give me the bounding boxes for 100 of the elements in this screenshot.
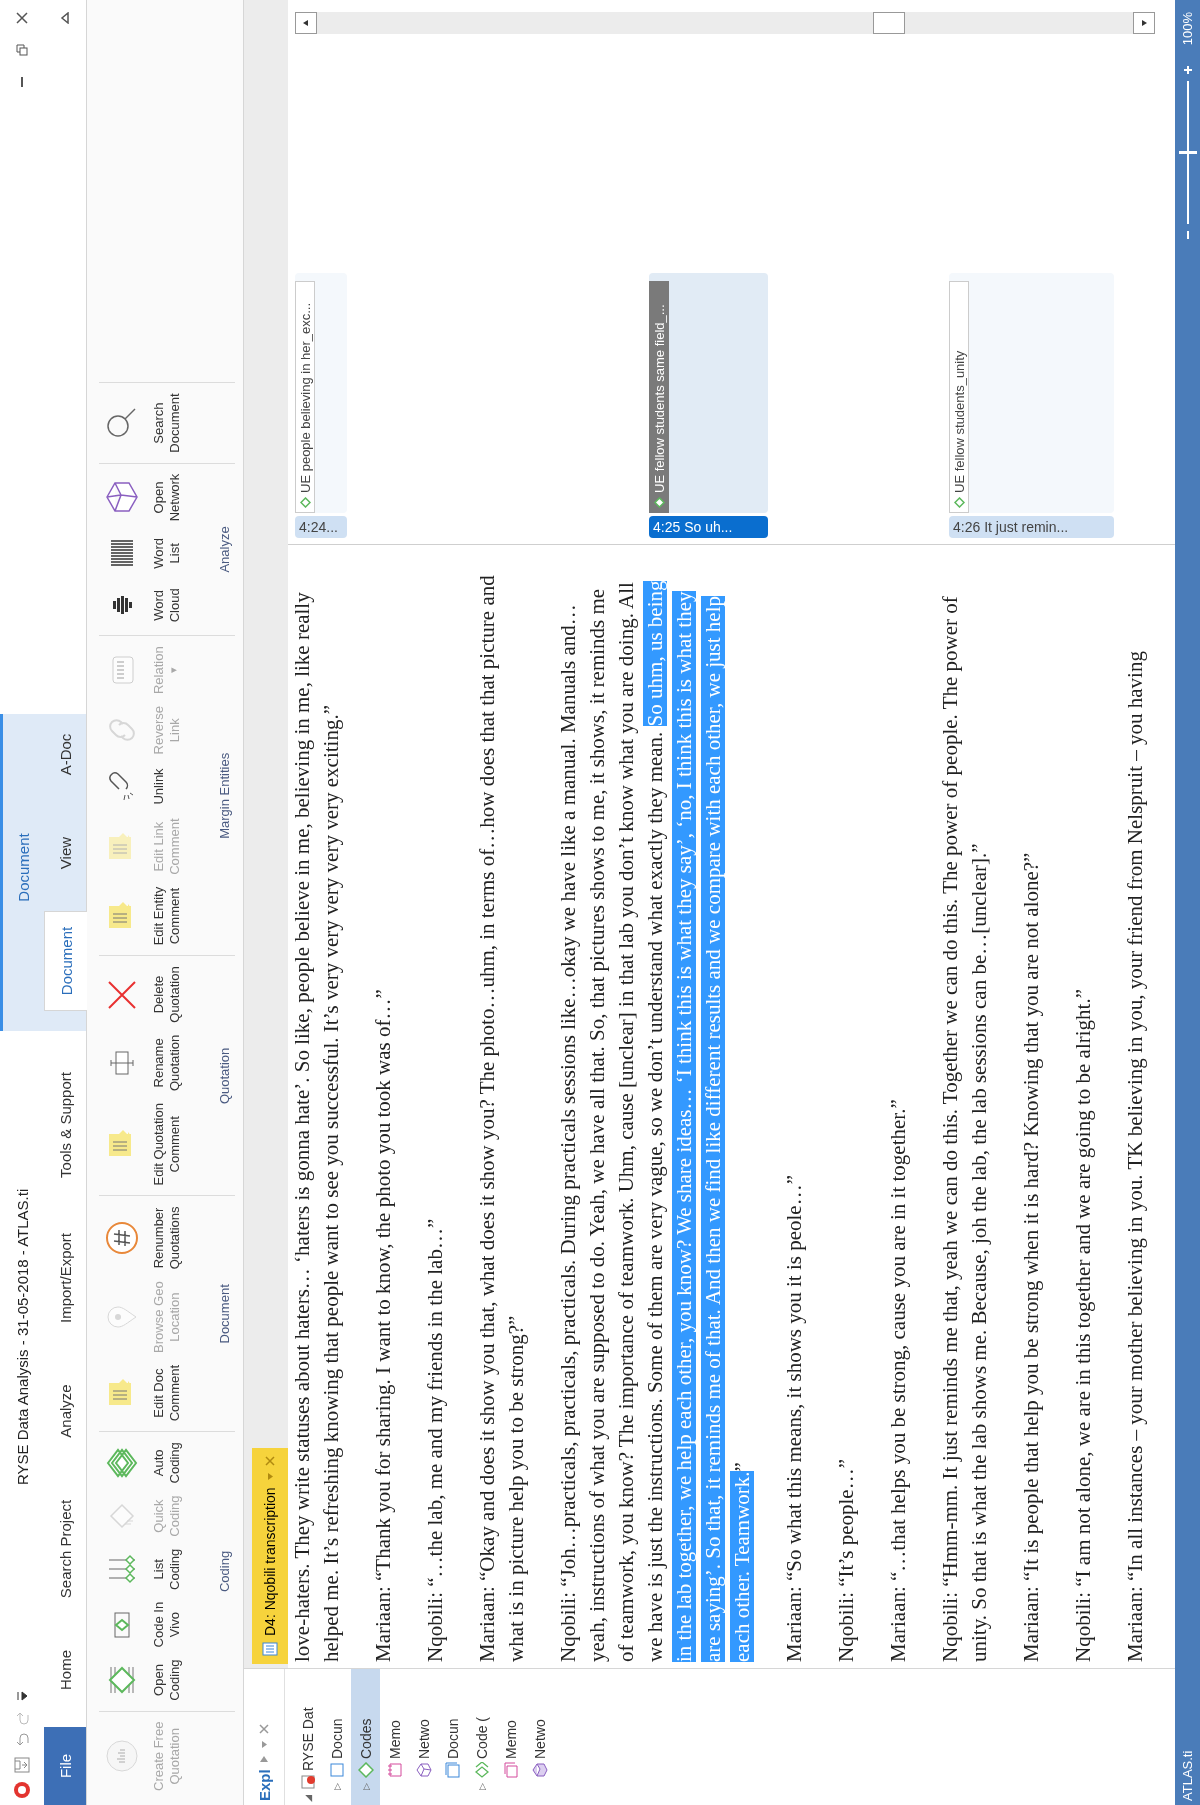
code-diamond-icon — [357, 1762, 374, 1778]
tree-item[interactable]: ▷ Code ( — [467, 1669, 496, 1805]
quotation-label[interactable]: 4:25 So uh... — [649, 516, 768, 538]
ribbon-tab[interactable]: A-Doc — [44, 714, 86, 795]
code-tag[interactable]: UE people believing in her_exc... — [295, 281, 315, 513]
tree-item[interactable]: ▷ Codes — [351, 1669, 380, 1805]
ribbon-button[interactable]: Delete Quotation — [99, 960, 217, 1029]
customize-toolbar-icon[interactable] — [15, 1691, 29, 1701]
memo-icon — [386, 1762, 403, 1778]
zoom-reading: 100% — [1180, 12, 1195, 46]
document-group-icon — [444, 1762, 461, 1778]
code-diamond-icon — [299, 497, 311, 508]
transcript-line: Nqobili: “Hmm-mm. It just reminds me that, yeah we can do this. Together we can do this. The power of people. The power of — [937, 595, 963, 1662]
network-icon — [415, 1762, 432, 1778]
tree-item[interactable]: Netwo — [525, 1669, 554, 1805]
ribbon-button[interactable]: Edit Entity Comment — [99, 880, 217, 952]
transcript-line: Nqobili: “Joh…practicals, practicals, practicals. During practicals sessions like…okay we have like a manual. Manuals and… — [555, 603, 581, 1662]
ribbon-group-label: Margin Entities — [217, 751, 233, 841]
network-group-icon — [531, 1762, 548, 1778]
ribbon-tab[interactable]: Tools & Support — [44, 1031, 86, 1219]
restore-icon[interactable] — [16, 44, 28, 56]
ribbon-button[interactable]: Code In Vivo — [99, 1595, 217, 1654]
code-diamond-icon — [653, 497, 665, 508]
tree-item[interactable]: Memo — [496, 1669, 525, 1805]
ribbon-button[interactable]: Word List — [99, 527, 217, 580]
explorer-title: Expl — [255, 1769, 273, 1801]
ribbon-group-label: Coding — [217, 1549, 233, 1595]
ribbon-tab[interactable]: Search Project — [44, 1485, 86, 1613]
quotation-label[interactable]: 4:24... — [295, 516, 347, 538]
ribbon-tab[interactable]: Home — [44, 1613, 86, 1727]
transcript-line: Nqobili: “I am not alone, we are in this together and we are going to be alright.” — [1070, 988, 1096, 1662]
transcript-line: we have is just the instructions. Some of them are very vague, so we don’t understand what exactly they mean. So uhm, us being — [642, 579, 668, 1662]
code-tag[interactable]: UE fellow students same field_... — [649, 281, 669, 513]
ribbon-button[interactable]: List Coding — [99, 1542, 217, 1596]
ribbon-tab[interactable]: Document — [44, 911, 87, 1011]
transcript-line: Mariaan: “In all instances – your mother believing in you. TK believing in you, your friend from Nelspruit – you having — [1122, 650, 1148, 1662]
transcript-line: love-haters. They write statuses about haters… ‘haters is gonna hate’. So like, people believe in me, believing in me, like really — [289, 591, 315, 1662]
tree-item[interactable]: ▷ Docun — [322, 1669, 351, 1805]
ribbon-button[interactable]: Edit Doc Comment — [99, 1358, 217, 1428]
scrollbar[interactable] — [295, 12, 1155, 34]
transcript-line: yeah, instructions of what you are supposed to do. Yeah, we have all that. So, that pictures shows to me, it shows, it reminds me — [584, 587, 610, 1662]
app-logo-icon — [13, 1781, 31, 1799]
ribbon-button[interactable]: Edit Quotation Comment — [99, 1097, 217, 1192]
quotation-label[interactable]: 4:26 It just remin... — [949, 516, 1114, 538]
project-icon — [299, 1774, 316, 1790]
context-tab-group-label: Document — [15, 833, 32, 902]
ribbon-tab[interactable]: File — [44, 1727, 86, 1805]
hash-circle-icon — [105, 1220, 139, 1255]
transcript-line: helped me. It’s refreshing knowing that people want to see you successful. It’s very very very very very exciting.” — [318, 704, 344, 1662]
dropdown-icon[interactable] — [260, 1740, 268, 1750]
ribbon-button[interactable]: Renumber Quotations — [99, 1200, 217, 1276]
ribbon-button[interactable]: Open Network — [99, 467, 217, 528]
window-title: RYSE Data Analysis - 31-05-2018 - ATLAS.ti — [13, 1188, 31, 1485]
close-icon[interactable] — [16, 12, 28, 24]
ribbon-group-label: Quotation — [217, 1046, 233, 1107]
tree-item[interactable]: Docun — [438, 1669, 467, 1805]
ribbon-button[interactable]: Unlink — [99, 760, 217, 813]
ribbon-group-label: Document — [217, 1283, 233, 1346]
tree-item[interactable]: Netwo — [409, 1669, 438, 1805]
zoom-in-icon[interactable] — [1182, 65, 1193, 76]
ribbon-button[interactable]: Rename Quotation — [99, 1028, 217, 1098]
ribbon-tab[interactable]: Import/Export — [44, 1219, 86, 1337]
document-icon — [262, 1642, 278, 1656]
transcript-line: Mariaan: “It is people that help you be strong when it is hard? Knowing that you are not alone?” — [1018, 851, 1044, 1662]
transcript-line: what is in picture help you to be strong?” — [503, 1314, 529, 1662]
ribbon-button[interactable]: Open Coding — [99, 1653, 217, 1707]
code-diamond-icon — [953, 497, 965, 508]
dropdown-icon[interactable] — [266, 1472, 274, 1482]
transcript-line: of teamwork, you know? The importance of teamwork. Uhm, cause [unclear] in that lab you don’t know what you are doing. All — [613, 581, 639, 1662]
tree-item[interactable]: ◢ RYSE Dat — [293, 1669, 322, 1805]
ribbon-tab[interactable]: View — [44, 795, 86, 911]
transcript-line: Mariaan: “So what this means, it shows you it is peole…” — [781, 1174, 807, 1662]
transcript-line: Mariaan: “…that helps you be strong, cause you are in it together.” — [885, 1098, 911, 1662]
memo-group-icon — [502, 1762, 519, 1778]
tree-arrow[interactable]: ▷ — [360, 1782, 371, 1790]
ribbon-button[interactable]: Word Cloud — [99, 579, 217, 632]
ribbon-button[interactable]: Auto Coding — [99, 1436, 217, 1490]
save-icon[interactable] — [14, 1757, 30, 1773]
editor-tab[interactable]: D4: Nqobili transcription — [252, 1448, 288, 1664]
transcript-line: each other. Teamwork.” — [729, 1461, 755, 1662]
search-icon — [105, 406, 139, 440]
collapse-ribbon-icon[interactable] — [60, 12, 70, 24]
code-tag[interactable]: UE fellow students_unity — [949, 281, 969, 513]
ribbon-group-label: Analyze — [217, 525, 233, 575]
transcript-line: unity. So that is what the lab shows me. Because, joh the lab, the lab sessions can be…[unclear].” — [966, 842, 992, 1662]
tree-item[interactable]: Memo — [380, 1669, 409, 1805]
tree-arrow[interactable]: ▷ — [331, 1782, 342, 1790]
scroll-thumb[interactable] — [873, 12, 905, 34]
scroll-down-icon[interactable] — [1140, 19, 1148, 27]
network-cube-icon — [105, 480, 139, 515]
scroll-up-icon[interactable] — [302, 19, 310, 27]
ribbon-tab[interactable]: Analyze — [44, 1337, 86, 1485]
ribbon-button[interactable]: Search Document — [99, 387, 217, 459]
tree-arrow[interactable]: ◢ — [302, 1794, 313, 1802]
pin-arrow-icon[interactable] — [259, 1755, 269, 1764]
tree-arrow[interactable]: ▷ — [476, 1782, 487, 1790]
code-group-icon — [473, 1762, 490, 1778]
status-label: ATLAS.ti — [1180, 1750, 1195, 1801]
transcript-line: Nqobili: “…the lab, me and my friends in the lab…” — [422, 1217, 448, 1662]
transcript-line: Mariaan: “Okay and does it show you that, what does it show you? The photo…uhm, in terms of…how does that that picture and — [474, 574, 500, 1662]
